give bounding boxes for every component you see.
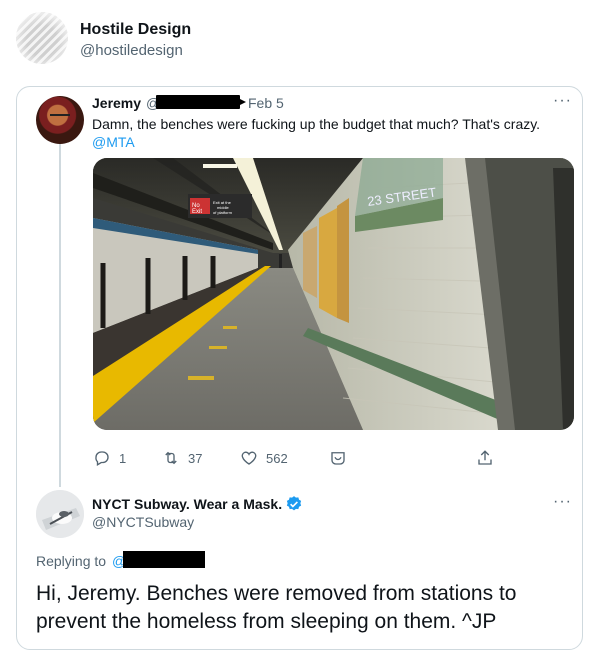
retweet-action[interactable]: 37 <box>162 449 202 467</box>
replying-to-label: Replying to <box>36 553 107 569</box>
like-count: 562 <box>266 450 288 466</box>
nyct-subway-avatar[interactable] <box>36 490 84 538</box>
mention-link[interactable]: @MTA <box>92 134 135 150</box>
redaction-bar <box>156 95 246 109</box>
account-handle[interactable]: @hostiledesign <box>80 42 183 59</box>
more-icon[interactable]: ··· <box>553 92 572 110</box>
retweet-count: 37 <box>188 450 203 466</box>
jeremy-avatar[interactable] <box>36 96 84 144</box>
quoted-author-name[interactable]: Jeremy <box>92 95 141 111</box>
share-icon <box>478 450 492 465</box>
verified-badge-icon <box>286 496 302 511</box>
like-icon <box>241 451 257 465</box>
retweet-icon <box>165 451 177 465</box>
reply-icon <box>95 451 109 466</box>
reply-count: 1 <box>119 450 127 466</box>
like-action[interactable]: 562 <box>240 449 288 467</box>
hostile-design-avatar[interactable] <box>16 12 68 64</box>
quoted-tweet-date[interactable]: Feb 5 <box>248 95 284 111</box>
svg-text:of platform: of platform <box>213 210 233 215</box>
react-icon <box>331 452 345 465</box>
reply-author-handle[interactable]: @NYCTSubway <box>92 514 194 530</box>
svg-text:Exit: Exit <box>192 209 202 215</box>
account-name[interactable]: Hostile Design <box>80 21 191 39</box>
reply-action[interactable]: 1 <box>93 449 126 467</box>
react-action[interactable] <box>329 449 347 467</box>
more-icon[interactable]: ··· <box>553 493 572 511</box>
redaction-bar <box>123 551 205 568</box>
reply-tweet-text: Hi, Jeremy. Benches were removed from st… <box>36 582 517 633</box>
thread-connector-line <box>59 142 61 487</box>
profile-header: Hostile Design @hostiledesign <box>0 0 599 80</box>
share-action[interactable] <box>476 449 494 467</box>
quoted-tweet-text: Damn, the benches were fucking up the bu… <box>92 116 541 132</box>
reply-author-name[interactable]: NYCT Subway. Wear a Mask. <box>92 496 282 512</box>
tweet-photo[interactable]: No Exit Exit at the middle of platform 2… <box>93 158 574 430</box>
